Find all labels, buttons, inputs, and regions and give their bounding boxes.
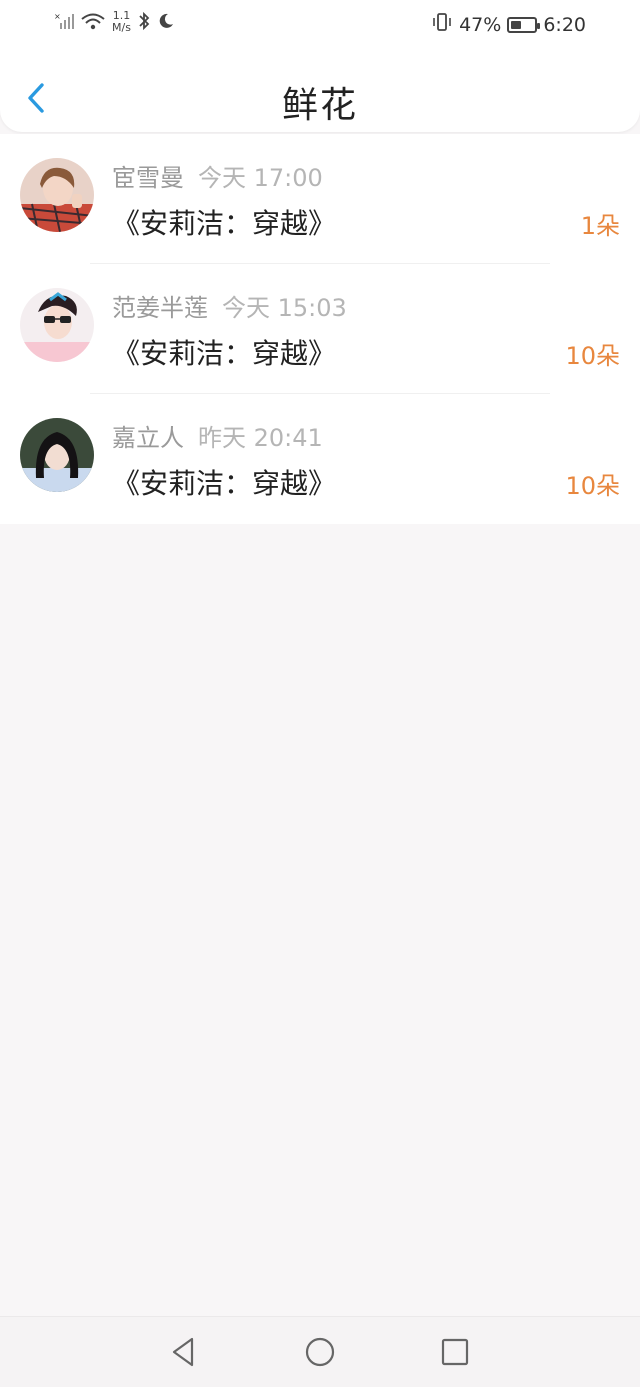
user-avatar-image (20, 158, 94, 232)
nav-bar: 鲜花 (0, 60, 640, 132)
gift-time: 今天 17:00 (198, 164, 323, 192)
triangle-back-icon (172, 1337, 194, 1367)
nav-back-button[interactable] (166, 1335, 200, 1369)
flower-count: 10朵 (565, 342, 620, 370)
avatar[interactable] (20, 158, 94, 232)
avatar[interactable] (20, 418, 94, 492)
gift-time: 今天 15:03 (222, 294, 347, 322)
gift-list: 宦雪曼 今天 17:00 《安莉洁：穿越》 1朵 范姜半莲 今天 15:03 《安莉… (0, 134, 640, 524)
signal-icon: × (54, 11, 74, 34)
user-avatar-image (20, 418, 94, 492)
book-title: 《安莉洁：穿越》 (112, 337, 337, 370)
battery-level (511, 20, 522, 29)
page-title: 鲜花 (281, 85, 358, 126)
clock: 6:20 (543, 13, 586, 36)
status-bar: × 1.1 M/s 47% 6:20 (0, 0, 640, 50)
list-item[interactable]: 宦雪曼 今天 17:00 《安莉洁：穿越》 1朵 (0, 134, 640, 264)
network-speed: 1.1 M/s (112, 10, 131, 34)
user-name: 宦雪曼 今天 17:00 (112, 158, 323, 193)
avatar[interactable] (20, 288, 94, 362)
network-speed-unit: M/s (112, 21, 131, 34)
nav-home-button[interactable] (303, 1335, 337, 1369)
system-nav-bar (0, 1316, 640, 1387)
vibrate-icon (431, 12, 453, 37)
list-item[interactable]: 嘉立人 昨天 20:41 《安莉洁：穿越》 10朵 (0, 394, 640, 524)
book-title: 《安莉洁：穿越》 (112, 207, 337, 240)
user-name-text: 宦雪曼 (112, 164, 184, 192)
user-avatar-image (20, 288, 94, 362)
gift-time: 昨天 20:41 (198, 424, 323, 452)
svg-text:×: × (54, 12, 61, 21)
flower-count: 10朵 (565, 472, 620, 500)
book-title: 《安莉洁：穿越》 (112, 467, 337, 500)
square-recents-icon (441, 1338, 469, 1366)
battery-percent: 47% (459, 13, 502, 36)
user-name: 嘉立人 昨天 20:41 (112, 418, 323, 453)
circle-home-icon (305, 1337, 335, 1367)
moon-icon (157, 12, 175, 33)
battery-icon (507, 16, 541, 33)
user-name-text: 范姜半莲 (112, 294, 208, 322)
nav-recents-button[interactable] (438, 1335, 472, 1369)
flower-count: 1朵 (580, 212, 620, 240)
bluetooth-icon (137, 11, 151, 34)
wifi-icon (80, 11, 106, 34)
user-name-text: 嘉立人 (112, 424, 184, 452)
user-name: 范姜半莲 今天 15:03 (112, 288, 347, 323)
status-right: 47% 6:20 (431, 12, 586, 37)
list-item[interactable]: 范姜半莲 今天 15:03 《安莉洁：穿越》 10朵 (0, 264, 640, 394)
top-panel: × 1.1 M/s 47% 6:20 鲜花 (0, 0, 640, 132)
status-left: × 1.1 M/s (54, 10, 175, 34)
